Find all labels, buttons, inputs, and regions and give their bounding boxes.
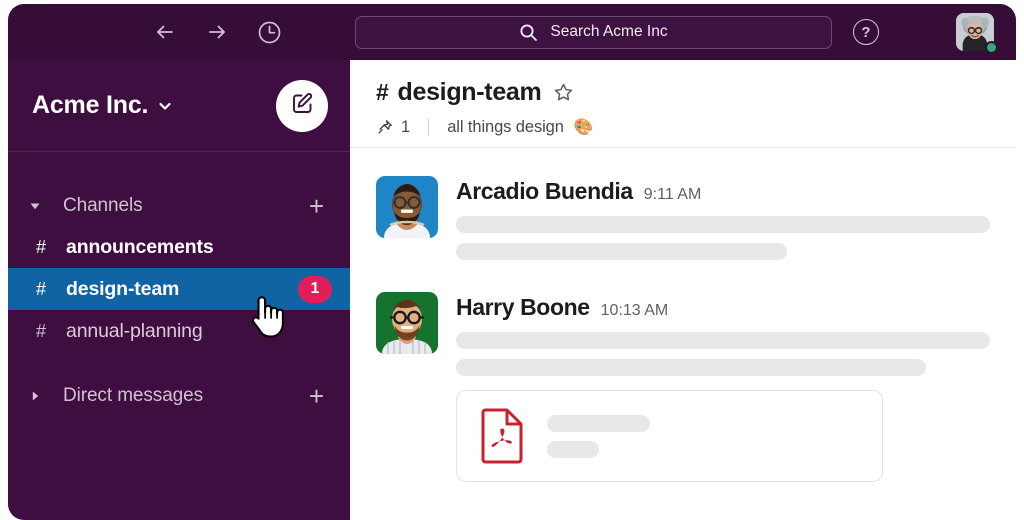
- channel-title-text: design-team: [397, 78, 542, 106]
- compose-button[interactable]: [276, 79, 328, 132]
- search-icon: [519, 23, 538, 42]
- section-header-channels[interactable]: Channels +: [8, 186, 350, 226]
- history-nav-group: [150, 17, 284, 47]
- message-body: Arcadio Buendia 9:11 AM: [456, 176, 990, 270]
- channel-topic[interactable]: all things design: [447, 118, 564, 137]
- sidebar: Acme Inc. Channels + # announcements # d…: [8, 60, 350, 520]
- section-label-direct-messages: Direct messages: [63, 385, 203, 406]
- arrow-left-icon[interactable]: [150, 17, 180, 47]
- page-title[interactable]: # design-team: [376, 78, 1016, 107]
- channel-name: design-team: [66, 277, 180, 300]
- star-outline-icon[interactable]: [550, 82, 574, 103]
- message-header: Harry Boone 10:13 AM: [456, 294, 990, 321]
- channel-name: announcements: [66, 235, 214, 258]
- palette-emoji-icon: 🎨: [573, 119, 594, 136]
- file-meta-placeholder: [547, 440, 599, 458]
- compose-icon: [290, 91, 315, 121]
- chevron-down-icon: [157, 98, 173, 114]
- channel-header: # design-team 1 all things design 🎨: [350, 60, 1016, 148]
- message-timestamp: 10:13 AM: [600, 302, 669, 319]
- workspace-switcher[interactable]: Acme Inc.: [32, 91, 173, 120]
- section-label-channels: Channels: [63, 195, 143, 216]
- unread-badge: 1: [298, 275, 332, 303]
- app-body: Acme Inc. Channels + # announcements # d…: [8, 60, 1016, 520]
- arrow-right-icon[interactable]: [202, 17, 232, 47]
- hash-icon: #: [36, 278, 47, 299]
- add-dm-button[interactable]: +: [309, 383, 328, 409]
- sidebar-item-annual-planning[interactable]: # annual-planning: [8, 310, 350, 352]
- sidebar-item-announcements[interactable]: # announcements: [8, 226, 350, 268]
- clock-icon[interactable]: [254, 17, 284, 47]
- message-text-placeholder: [456, 359, 926, 376]
- triangle-down-icon[interactable]: [28, 199, 50, 213]
- message-text-placeholder: [456, 243, 788, 260]
- avatar-harry-boone-graphic: [376, 292, 438, 354]
- message-author[interactable]: Harry Boone: [456, 294, 590, 321]
- message-body: Harry Boone 10:13 AM: [456, 292, 990, 482]
- file-attachment-card[interactable]: [456, 390, 883, 482]
- avatar[interactable]: [376, 176, 438, 238]
- divider: [428, 118, 430, 136]
- add-channel-button[interactable]: +: [309, 193, 328, 219]
- pdf-file-icon: [479, 408, 525, 464]
- sidebar-nav: Channels + # announcements # design-team…: [8, 152, 350, 416]
- workspace-header[interactable]: Acme Inc.: [8, 60, 350, 152]
- message-text-placeholder: [456, 216, 990, 233]
- main-panel: # design-team 1 all things design 🎨 Arca…: [350, 60, 1016, 520]
- sidebar-item-design-team[interactable]: # design-team 1: [8, 268, 350, 310]
- channel-name: annual-planning: [66, 319, 203, 342]
- hash-icon: #: [36, 320, 47, 341]
- presence-indicator: [985, 41, 998, 54]
- help-icon[interactable]: ?: [853, 19, 879, 45]
- pin-icon[interactable]: [376, 119, 393, 136]
- avatar-arcadio-buendia-graphic: [376, 176, 438, 238]
- triangle-right-icon[interactable]: [28, 389, 50, 403]
- message-text-placeholder: [456, 332, 990, 349]
- search-bar[interactable]: Search Acme Inc: [355, 15, 832, 49]
- hash-icon: #: [376, 79, 389, 105]
- message-list: Arcadio Buendia 9:11 AM Harry Boone 10:1…: [350, 148, 1016, 520]
- pinned-count[interactable]: 1: [401, 118, 410, 137]
- message-author[interactable]: Arcadio Buendia: [456, 178, 633, 205]
- channel-subheader: 1 all things design 🎨: [376, 117, 1016, 137]
- workspace-name: Acme Inc.: [32, 91, 149, 119]
- file-name-placeholder: [547, 414, 650, 432]
- avatar[interactable]: [376, 292, 438, 354]
- top-bar: Search Acme Inc ?: [8, 4, 1016, 60]
- search-input[interactable]: Search Acme Inc: [355, 15, 832, 49]
- section-header-direct-messages[interactable]: Direct messages +: [8, 376, 350, 416]
- help-label: ?: [861, 23, 871, 41]
- file-info-placeholder: [547, 414, 860, 458]
- message-timestamp: 9:11 AM: [643, 186, 702, 203]
- message-item: Harry Boone 10:13 AM: [350, 292, 1016, 482]
- slack-app-window: Search Acme Inc ? Acme Inc. Channels + #…: [8, 4, 1016, 520]
- message-item: Arcadio Buendia 9:11 AM: [350, 176, 1016, 270]
- search-placeholder-text: Search Acme Inc: [550, 23, 668, 40]
- hash-icon: #: [36, 236, 47, 257]
- message-header: Arcadio Buendia 9:11 AM: [456, 178, 990, 205]
